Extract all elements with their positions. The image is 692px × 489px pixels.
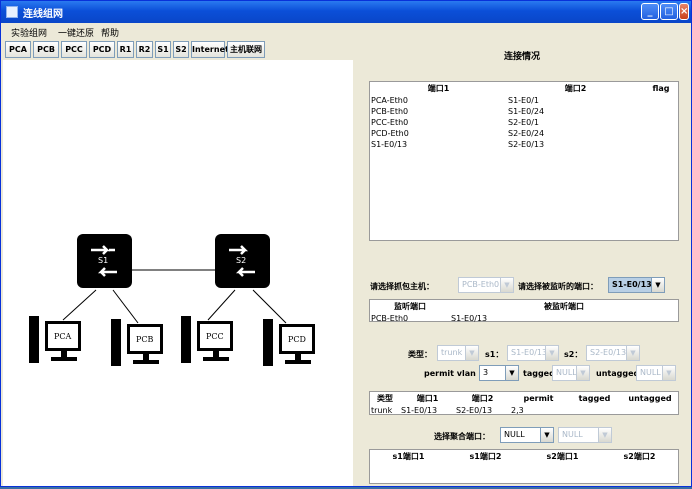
switch-s1-label: S1	[98, 256, 108, 265]
vlan-permit-label: permit vlan id	[424, 369, 488, 378]
link-s1-pcb	[112, 289, 139, 324]
toolbar-pca-button[interactable]: PCA	[5, 41, 31, 58]
title-bar[interactable]: 连线组网 _ □ ×	[1, 1, 691, 23]
table-row[interactable]: PCD-Eth0 S2-E0/24	[370, 128, 678, 139]
toolbar-s1-button[interactable]: S1	[155, 41, 171, 58]
aggregate-header-s1-port1[interactable]: s1端口1	[370, 450, 447, 463]
conn-header-flag[interactable]: flag	[644, 82, 678, 95]
connections-table[interactable]: 端口1 端口2 flag PCA-Eth0 S1-E0/1 PCB-Eth0 S1-E…	[369, 81, 679, 241]
capture-header-listen[interactable]: 监听端口	[370, 300, 450, 313]
toolbar-pcb-button[interactable]: PCB	[33, 41, 59, 58]
vlan-s1-label: s1：	[485, 350, 504, 359]
window-title: 连线组网	[23, 9, 63, 20]
vlan-type-select[interactable]: trunk ▼	[437, 345, 479, 361]
table-row[interactable]: PCB-Eth0 S1-E0/24	[370, 106, 678, 117]
table-row[interactable]: PCA-Eth0 S1-E0/1	[370, 95, 678, 106]
vlan-header-permit[interactable]: permit	[510, 392, 567, 405]
table-row[interactable]: trunk S1-E0/13 S2-E0/13 2,3	[370, 405, 678, 416]
toolbar-r1-button[interactable]: R1	[117, 41, 134, 58]
link-s2-pcc	[207, 289, 236, 321]
switch-s2-icon[interactable]: S2	[215, 234, 270, 288]
link-s1-pca	[62, 289, 97, 321]
pc-pca-icon[interactable]: PCA	[29, 316, 81, 363]
connections-title: 连接情况	[504, 52, 541, 62]
conn-header-port2[interactable]: 端口2	[507, 82, 644, 95]
aggregate-header-s2-port1[interactable]: s2端口1	[524, 450, 601, 463]
aggregate-header-s2-port2[interactable]: s2端口2	[601, 450, 678, 463]
table-row[interactable]: PCB-Eth0 S1-E0/13	[370, 313, 678, 324]
vlan-table[interactable]: 类型 端口1 端口2 permit tagged untagged trunk …	[369, 391, 679, 415]
table-row[interactable]: PCC-Eth0 S2-E0/1	[370, 117, 678, 128]
aggregate-select-1[interactable]: NULL ▼	[500, 427, 554, 443]
aggregate-label: 选择聚合端口：	[434, 432, 490, 441]
capture-host-select[interactable]: PCB-Eth0 ▼	[458, 277, 514, 293]
menu-experiment[interactable]: 实验组网	[11, 26, 47, 39]
table-row[interactable]: S1-E0/13 S2-E0/13	[370, 139, 678, 150]
toolbar-pcc-button[interactable]: PCC	[61, 41, 87, 58]
vlan-permit-select[interactable]: 3 ▼	[479, 365, 519, 381]
pc-pcc-label: PCC	[206, 332, 224, 341]
capture-host-label: 请选择抓包主机：	[370, 282, 434, 291]
capture-table[interactable]: 监听端口 被监听端口 PCB-Eth0 S1-E0/13	[369, 299, 679, 324]
main-window: 连线组网 _ □ × 实验组网 一键还原 帮助 PCA PCB PCC PCD …	[0, 0, 692, 487]
aggregate-select-2[interactable]: NULL ▼	[558, 427, 612, 443]
pc-pcb-icon[interactable]: PCB	[111, 319, 163, 366]
right-panel: 连接情况 端口1 端口2 flag PCA-Eth0 S1-E0/1 PCB-Eth…	[356, 41, 691, 486]
capture-port-select[interactable]: S1-E0/13 ▼	[608, 277, 665, 293]
switch-s1-icon[interactable]: S1	[77, 234, 132, 288]
vlan-s2-label: s2：	[564, 350, 583, 359]
toolbar-pcd-button[interactable]: PCD	[89, 41, 115, 58]
pc-pcd-icon[interactable]: PCD	[263, 319, 315, 366]
menu-help[interactable]: 帮助	[101, 26, 119, 39]
vlan-type-label: 类型：	[408, 350, 432, 359]
close-button[interactable]: ×	[679, 3, 689, 20]
aggregate-table[interactable]: s1端口1 s1端口2 s2端口1 s2端口2	[369, 449, 679, 484]
conn-header-port1[interactable]: 端口1	[370, 82, 507, 95]
vlan-header-port2[interactable]: 端口2	[455, 392, 510, 405]
vlan-tagged-select[interactable]: NULL ▼	[552, 365, 590, 381]
vlan-tagged-label: tagged	[523, 369, 555, 378]
aggregate-header-s1-port2[interactable]: s1端口2	[447, 450, 524, 463]
vlan-untagged-label: untagged	[596, 369, 640, 378]
toolbar-internet-button[interactable]: Internet	[191, 41, 229, 58]
menu-reset[interactable]: 一键还原	[58, 26, 94, 39]
pc-pcc-icon[interactable]: PCC	[181, 316, 233, 363]
vlan-header-port1[interactable]: 端口1	[400, 392, 455, 405]
topology-canvas[interactable]: S1 S2 PCA PCB PCC PCD	[3, 60, 353, 486]
capture-port-label: 请选择被监听的端口：	[518, 282, 598, 291]
capture-header-monitored[interactable]: 被监听端口	[450, 300, 678, 313]
link-s2-pcd	[252, 289, 287, 324]
toolbar-s2-button[interactable]: S2	[173, 41, 189, 58]
pc-pcd-label: PCD	[288, 335, 306, 344]
toolbar-host-network-button[interactable]: 主机联网	[227, 41, 265, 58]
vlan-untagged-select[interactable]: NULL ▼	[636, 365, 676, 381]
vlan-s1-select[interactable]: S1-E0/13 ▼	[507, 345, 559, 361]
maximize-button[interactable]: □	[660, 3, 678, 20]
topology-diagram: S1 S2 PCA PCB PCC PCD	[29, 234, 315, 366]
switch-s2-label: S2	[236, 256, 246, 265]
vlan-header-type[interactable]: 类型	[370, 392, 400, 405]
pc-pca-label: PCA	[54, 332, 72, 341]
vlan-header-tagged[interactable]: tagged	[567, 392, 622, 405]
vlan-header-untagged[interactable]: untagged	[622, 392, 678, 405]
toolbar-r2-button[interactable]: R2	[136, 41, 153, 58]
vlan-s2-select[interactable]: S2-E0/13 ▼	[586, 345, 640, 361]
minimize-button[interactable]: _	[641, 3, 659, 20]
app-icon	[6, 6, 18, 18]
pc-pcb-label: PCB	[136, 335, 154, 344]
menu-bar: 实验组网 一键还原 帮助	[1, 23, 691, 40]
